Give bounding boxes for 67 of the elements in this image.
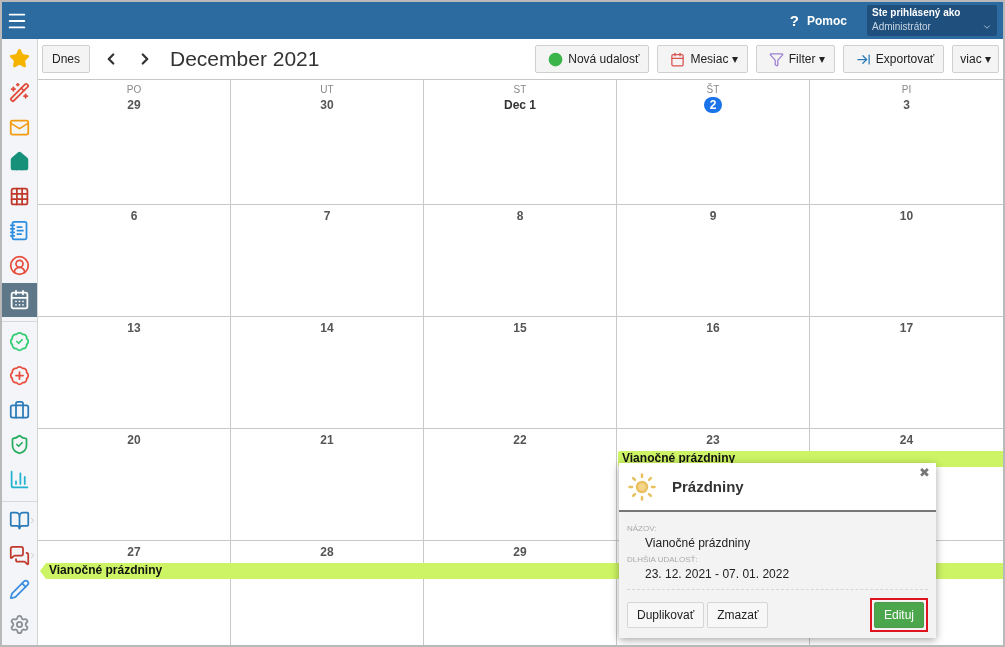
filter-icon [768,51,784,67]
popup-button[interactable]: Duplikovať [627,602,705,628]
popup-button[interactable]: Zmazať [707,602,769,628]
today-button[interactable]: Dnes [42,45,90,73]
calendar-icon [9,289,30,311]
day-number: 30 [319,97,335,113]
field-label: DLHŠIA UDALOSŤ: [627,555,699,564]
chat-icon [9,544,30,566]
day-number: 15 [512,320,528,336]
month-button[interactable]: Mesiac ▾ [657,45,748,73]
day-number: 24 [898,432,915,448]
day-number: 17 [898,320,915,336]
calendar-icon [670,51,686,67]
day-number: 20 [126,432,142,448]
pencil-icon [9,579,30,601]
day-number: 27 [126,544,142,560]
shield-icon [9,434,30,456]
export-button[interactable]: Exportovať [842,45,945,73]
briefcase-icon [9,399,30,421]
day-number: 16 [705,320,721,336]
day-number: 14 [319,320,335,336]
close-icon[interactable]: ✖ [919,465,930,480]
field-value: Vianočné prázdniny [645,536,752,550]
home-icon [9,151,30,173]
field-value: 23. 12. 2021 - 07. 01. 2022 [645,567,791,581]
grid-icon [9,185,30,207]
add-button[interactable]: Nová udalosť [535,45,650,73]
star-icon [9,47,30,69]
help-icon[interactable]: ? [789,12,799,29]
book-icon [9,510,30,532]
person-icon [9,254,30,276]
sun-icon [627,471,657,502]
day-number: 21 [319,432,335,448]
filter-button[interactable]: Filter ▾ [755,45,835,73]
day-number: 22 [512,432,528,448]
day-number: 29 [512,544,528,560]
day-number: 2 [704,97,722,113]
day-number: 28 [319,544,335,560]
help-link[interactable]: Pomoc [807,13,847,28]
day-number: 13 [126,320,142,336]
day-number: 3 [902,97,911,113]
weekday-label: PI [901,84,912,96]
plain-button[interactable]: viac ▾ [952,45,999,73]
day-number: 6 [129,208,139,224]
weekday-label: ST [513,84,527,96]
chart-icon [9,468,30,490]
popup-title: Prázdniny [672,478,744,495]
day-number: 23 [705,432,721,448]
weekday-label: PO [126,84,142,96]
day-number: 7 [322,208,332,224]
month-title: December 2021 [170,47,320,71]
day-number: 9 [708,208,718,224]
weekday-label: ŠT [706,84,720,96]
day-number: 29 [126,97,142,113]
gear-icon [9,613,30,635]
user-label: Ste prihlásený ako [872,7,962,18]
day-number: 8 [515,208,525,224]
wand-icon [9,82,30,104]
notebook-icon [9,220,30,242]
field-label: NÁZOV: [627,524,658,533]
day-number: Dec 1 [504,97,536,113]
sidebar-item[interactable] [2,282,37,317]
day-number: 10 [898,208,915,224]
weekday-label: UT [320,84,334,96]
check-icon [9,330,30,352]
user-dropdown[interactable]: Ste prihlásený ako Administrátor [867,5,997,36]
user-name: Administrátor [872,21,931,32]
